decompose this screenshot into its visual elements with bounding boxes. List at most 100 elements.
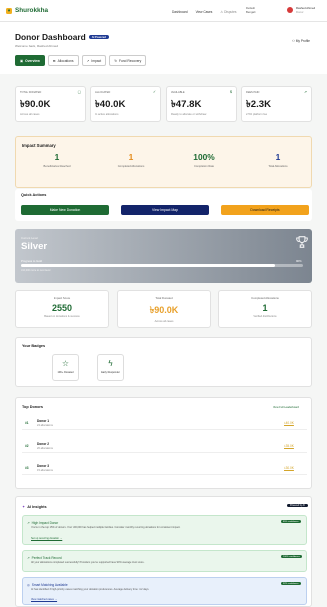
impact-value: 1 [54, 152, 60, 162]
leaderboard-link[interactable]: View Full Leaderboard [273, 406, 299, 409]
lightning-icon: ϟ [108, 359, 113, 368]
nav-disputes-label: Disputes [224, 10, 237, 14]
nav-disputes[interactable]: ⚠ Disputes [220, 10, 236, 14]
confidence-badge: 92% confidence [281, 582, 301, 585]
page-title: Donor Dashboard AI Powered [15, 32, 109, 42]
impact-label: Completion Rate [193, 165, 215, 168]
language-sub: Bengali [246, 9, 256, 14]
donor-meta: 15 allocations [37, 469, 53, 472]
user-role: Donor [296, 9, 304, 14]
dollar-icon: $ [230, 90, 232, 94]
impact-summary-title: Impact Summary [22, 143, 56, 148]
table-row: #2 Donor 2 20 allocations ৳35.0K [22, 439, 307, 453]
ai-insights-label: AI Insights [27, 504, 47, 509]
tab-impact[interactable]: ↗ Impact [81, 55, 107, 66]
tab-fund-recovery[interactable]: ↻ Fund Recovery [109, 55, 147, 66]
stat-card-fees-paid: Fees Paid ↗ ৳2.3K 2.5% platform fee [241, 86, 312, 122]
level-progress-fill [21, 264, 275, 267]
user-menu[interactable]: Rashed Ahmed Donor [296, 6, 315, 14]
metric-sub: Based on donations & success [44, 315, 80, 318]
donor-meta: 20 allocations [37, 447, 53, 450]
stat-label: Total Donated [20, 91, 42, 94]
stat-label: Fees Paid [246, 91, 260, 94]
heart-icon: ♥ [6, 7, 12, 14]
insight-body: You're in the top 15% of donors. Your ৳9… [31, 525, 181, 529]
tab-fund-recovery-label: Fund Recovery [118, 58, 142, 63]
nav-dashboard[interactable]: Dashboard [172, 10, 188, 14]
donor-rank: #3 [25, 466, 29, 470]
impact-label: Total Allocations [268, 165, 288, 168]
metric-value: 2550 [51, 303, 73, 313]
matched-cases-link[interactable]: View matched cases → [31, 598, 57, 601]
my-profile-label: My Profile [295, 39, 310, 43]
donor-meta: 24 allocations [37, 424, 53, 427]
overview-icon: ▣ [20, 58, 24, 63]
tab-overview[interactable]: ▣ Overview [15, 55, 45, 66]
stat-sub: Ready to allocate or withdraw [171, 113, 207, 116]
badge-label: Early Responder [101, 371, 120, 374]
insight-title-text: High Impact Donor [31, 520, 59, 525]
metric-completed-allocations: Completed Allocations 1 Verified distrib… [218, 290, 312, 328]
brand-logo[interactable]: ♥ Shurokkha [6, 7, 48, 14]
impact-label: Beneficiaries Reached [43, 165, 71, 168]
my-profile-link[interactable]: ⚇ My Profile [292, 39, 310, 43]
donor-level-card: Current Level Silver Progress to Gold 90… [15, 229, 312, 283]
quick-actions-title: Quick Actions [21, 193, 47, 197]
metric-sub: Verified distributions [253, 315, 277, 318]
stat-value: ৳40.0K [95, 99, 126, 110]
impact-value: 1 [275, 152, 281, 162]
stat-sub: In active allocations [95, 113, 119, 116]
tab-overview-label: Overview [25, 58, 40, 63]
language-selector[interactable]: Default Bengali [246, 6, 256, 14]
ai-insights: ✦ AI Insights Powered by AI ↗ High Impact … [15, 496, 312, 607]
tab-allocations[interactable]: ⊞ Allocations [47, 55, 79, 66]
insight-perfect-record: ↗ Perfect Track Record 100% confidence Al… [22, 550, 307, 572]
user-avatar[interactable] [287, 7, 293, 13]
tab-allocations-label: Allocations [57, 58, 74, 63]
stat-card-allocated: Allocated ✓ ৳40.0K In active allocations [90, 86, 161, 122]
allocations-icon: ⊞ [52, 58, 56, 63]
page-title-text: Donor Dashboard [15, 32, 86, 42]
metric-value: 1 [262, 303, 268, 313]
top-donors-title: Top Donors [22, 405, 44, 409]
table-row: #1 Donor 1 24 allocations ৳40.0K [22, 416, 307, 430]
your-badges: Your Badges ☆ 10K+ Donated ϟ Early Respo… [15, 337, 312, 387]
nav-view-cases[interactable]: View Cases [196, 10, 213, 14]
wallet-icon: ▢ [77, 90, 81, 94]
recurring-donation-link[interactable]: Set up recurring donation → [31, 537, 62, 540]
dashboard-tabs: ▣ Overview ⊞ Allocations ↗ Impact ↻ Fund Rec… [15, 55, 147, 66]
progress-percent: 90% [296, 259, 302, 263]
stat-label: Available [171, 91, 185, 94]
trend-icon: ↗ [27, 520, 30, 525]
make-donation-button[interactable]: Make New Donation [21, 204, 109, 215]
insight-title-text: Smart Matching Available [31, 582, 68, 587]
metric-total-donated: Total Donated ৳90.0K Across all cases [117, 290, 211, 328]
badges-title: Your Badges [22, 344, 46, 348]
insight-title-text: Perfect Track Record [31, 555, 62, 560]
level-label: Current Level [21, 235, 38, 240]
stat-label: Allocated [95, 91, 111, 94]
star-icon: ☆ [61, 359, 70, 368]
trend-up-icon: ↗ [303, 90, 307, 94]
insight-smart-matching: ◎ Smart Matching Available 92% confidence… [22, 577, 307, 605]
trend-icon: ↗ [27, 555, 30, 560]
impact-completion-rate: 100% Completion Rate [169, 152, 239, 168]
badge-early-responder[interactable]: ϟ Early Responder [97, 354, 124, 381]
stat-card-available: Available $ ৳47.8K Ready to allocate or … [166, 86, 237, 122]
donor-name: Donor 2 [37, 442, 50, 446]
donor-name: Donor 1 [37, 419, 50, 423]
level-value: Silver [21, 240, 48, 252]
donor-rank: #1 [25, 421, 29, 425]
download-receipts-button[interactable]: Download Receipts [221, 204, 309, 215]
sparkle-icon: ✦ [22, 505, 26, 509]
badge-label: 10K+ Donated [57, 371, 74, 374]
metric-impact-score: Impact Score 2550 Based on donations & s… [15, 290, 109, 328]
impact-value: 1 [128, 152, 134, 162]
metric-value: ৳90.0K [149, 305, 179, 315]
brand-name: Shurokkha [15, 7, 49, 14]
badge-10k-donated[interactable]: ☆ 10K+ Donated [52, 354, 79, 381]
page-header: Donor Dashboard AI Powered Welcome back,… [0, 22, 327, 74]
insight-body: All your allocations completed successfu… [31, 560, 145, 564]
metric-label: Completed Allocations [251, 296, 279, 300]
view-impact-map-button[interactable]: View Impact Map [121, 204, 209, 215]
